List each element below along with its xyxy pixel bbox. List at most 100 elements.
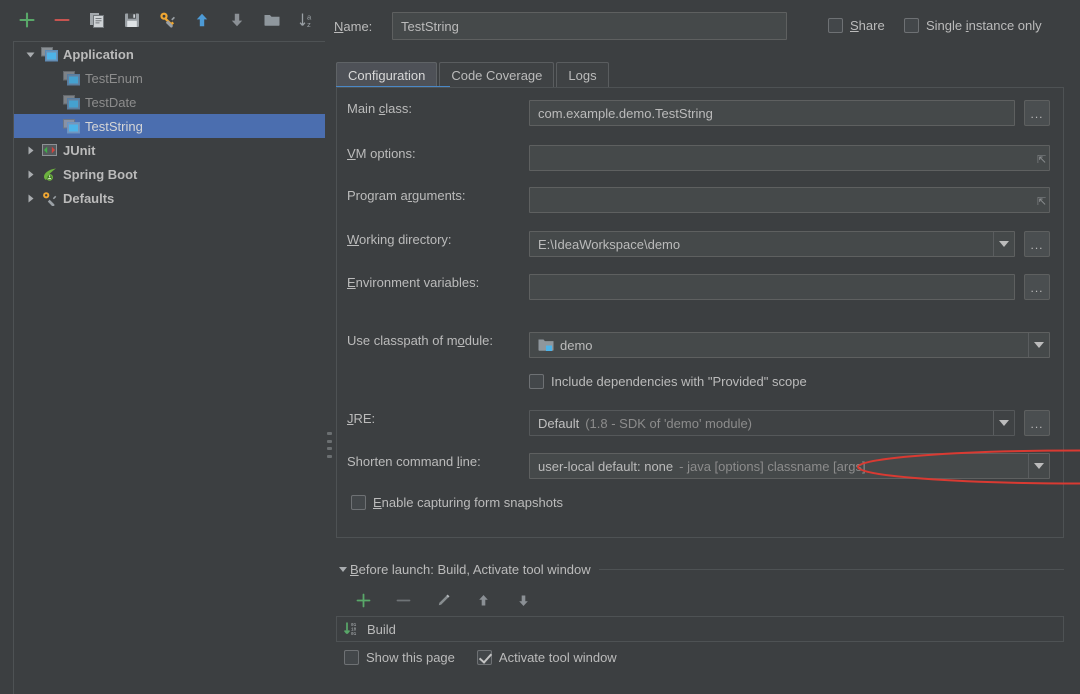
add-configuration-button[interactable]: [16, 9, 38, 31]
configuration-tab-panel: Main class: com.example.demo.TestString …: [336, 87, 1064, 538]
chevron-down-icon[interactable]: [993, 232, 1014, 256]
before-launch-options: Show this page Activate tool window: [344, 650, 617, 665]
enable-capturing-checkbox-label: Enable capturing form snapshots: [373, 495, 563, 510]
chevron-down-icon[interactable]: [22, 46, 38, 62]
tree-node-spring-boot[interactable]: Spring Boot: [14, 162, 325, 186]
copy-configuration-button[interactable]: [86, 9, 108, 31]
activate-tool-window-checkbox-box[interactable]: [477, 650, 492, 665]
include-provided-checkbox-box[interactable]: [529, 374, 544, 389]
configurations-toolbar: a z: [0, 0, 325, 40]
classpath-module-label: Use classpath of module:: [347, 333, 527, 348]
before-launch-divider: [599, 569, 1064, 570]
edit-defaults-button[interactable]: [156, 9, 178, 31]
move-task-down-button[interactable]: [512, 589, 534, 611]
environment-variables-browse-button[interactable]: ...: [1024, 274, 1050, 300]
share-checkbox-box[interactable]: [828, 18, 843, 33]
show-this-page-checkbox[interactable]: Show this page: [344, 650, 455, 665]
tree-node-label: TestDate: [85, 96, 136, 109]
include-provided-checkbox-label: Include dependencies with "Provided" sco…: [551, 374, 807, 389]
chevron-right-icon[interactable]: [22, 190, 38, 206]
remove-task-button[interactable]: [392, 589, 414, 611]
activate-tool-window-checkbox-label: Activate tool window: [499, 650, 617, 665]
before-launch-task-list[interactable]: 01 10 01 Build: [336, 616, 1064, 642]
application-icon: [62, 118, 80, 134]
before-launch-title: Before launch: Build, Activate tool wind…: [350, 562, 591, 577]
enable-capturing-checkbox-box[interactable]: [351, 495, 366, 510]
shorten-command-line-dropdown[interactable]: user-local default: none - java [options…: [529, 453, 1050, 479]
name-label: Name:: [334, 19, 392, 34]
include-provided-checkbox[interactable]: Include dependencies with "Provided" sco…: [529, 374, 807, 389]
vm-options-label: VM options:: [347, 146, 527, 161]
enable-capturing-checkbox[interactable]: Enable capturing form snapshots: [351, 495, 563, 510]
before-launch-header: Before launch: Build, Activate tool wind…: [336, 560, 1064, 578]
wrench-icon: [40, 190, 58, 206]
save-configuration-button[interactable]: [121, 9, 143, 31]
move-down-button[interactable]: [226, 9, 248, 31]
chevron-down-icon[interactable]: [336, 564, 350, 574]
classpath-module-row: Use classpath of module:: [347, 333, 527, 348]
move-up-button[interactable]: [191, 9, 213, 31]
program-arguments-row: Program arguments:: [347, 188, 527, 203]
tree-node-testdate[interactable]: TestDate: [14, 90, 325, 114]
configurations-tree[interactable]: Application TestEnum: [13, 41, 325, 694]
svg-text:01: 01: [351, 632, 357, 637]
application-icon: [62, 70, 80, 86]
configuration-editor: Name: Share Single instance only Configu…: [334, 0, 1080, 694]
chevron-down-icon[interactable]: [1028, 454, 1049, 478]
editor-tabs[interactable]: Configuration Code Coverage Logs: [336, 61, 611, 87]
tree-node-application[interactable]: Application: [14, 42, 325, 66]
working-directory-label: Working directory:: [347, 232, 527, 247]
shorten-command-line-hint: - java [options] classname [args]: [679, 459, 1028, 474]
single-instance-checkbox-label: Single instance only: [926, 18, 1042, 33]
create-folder-button[interactable]: [261, 9, 283, 31]
classpath-module-combobox[interactable]: demo: [529, 332, 1050, 358]
tree-node-defaults[interactable]: Defaults: [14, 186, 325, 210]
tab-configuration[interactable]: Configuration: [336, 62, 437, 87]
environment-variables-row: Environment variables:: [347, 275, 527, 290]
single-instance-checkbox-box[interactable]: [904, 18, 919, 33]
environment-variables-input[interactable]: [529, 274, 1015, 300]
jre-row: JRE:: [347, 411, 527, 426]
single-instance-checkbox[interactable]: Single instance only: [904, 18, 1042, 33]
jre-combobox[interactable]: Default (1.8 - SDK of 'demo' module): [529, 410, 1015, 436]
main-class-input[interactable]: com.example.demo.TestString: [529, 100, 1015, 126]
name-input[interactable]: [392, 12, 787, 40]
remove-configuration-button[interactable]: [51, 9, 73, 31]
jre-browse-button[interactable]: ...: [1024, 410, 1050, 436]
chevron-right-icon[interactable]: [22, 142, 38, 158]
chevron-right-icon[interactable]: [22, 166, 38, 182]
working-directory-row: Working directory:: [347, 232, 527, 247]
working-directory-value: E:\IdeaWorkspace\demo: [538, 237, 993, 252]
sort-button[interactable]: a z: [296, 9, 318, 31]
tree-node-junit[interactable]: JUnit: [14, 138, 325, 162]
working-directory-browse-button[interactable]: ...: [1024, 231, 1050, 257]
share-checkbox[interactable]: Share: [828, 18, 885, 33]
program-arguments-expand-icon[interactable]: ⇱: [1037, 195, 1046, 208]
tree-node-testenum[interactable]: TestEnum: [14, 66, 325, 90]
jre-hint: (1.8 - SDK of 'demo' module): [585, 416, 993, 431]
program-arguments-label: Program arguments:: [347, 188, 527, 203]
chevron-down-icon[interactable]: [993, 411, 1014, 435]
program-arguments-input[interactable]: [529, 187, 1050, 213]
chevron-down-icon[interactable]: [1028, 333, 1049, 357]
move-task-up-button[interactable]: [472, 589, 494, 611]
edit-task-button[interactable]: [432, 589, 454, 611]
grip-dot: [327, 455, 332, 458]
vm-options-expand-icon[interactable]: ⇱: [1037, 153, 1046, 166]
show-this-page-checkbox-box[interactable]: [344, 650, 359, 665]
main-class-browse-button[interactable]: ...: [1024, 100, 1050, 126]
jre-value: Default: [538, 416, 579, 431]
build-icon: 01 10 01: [343, 621, 361, 637]
grip-dot: [327, 447, 332, 450]
working-directory-combobox[interactable]: E:\IdeaWorkspace\demo: [529, 231, 1015, 257]
add-task-button[interactable]: [352, 589, 374, 611]
splitter-grip[interactable]: [327, 432, 332, 458]
tree-node-teststring[interactable]: TestString: [14, 114, 325, 138]
activate-tool-window-checkbox[interactable]: Activate tool window: [477, 650, 617, 665]
vm-options-input[interactable]: [529, 145, 1050, 171]
application-icon: [40, 46, 58, 62]
junit-icon: [40, 142, 58, 158]
tab-code-coverage[interactable]: Code Coverage: [439, 62, 554, 87]
tab-logs[interactable]: Logs: [556, 62, 608, 87]
panel-splitter[interactable]: [325, 0, 334, 694]
